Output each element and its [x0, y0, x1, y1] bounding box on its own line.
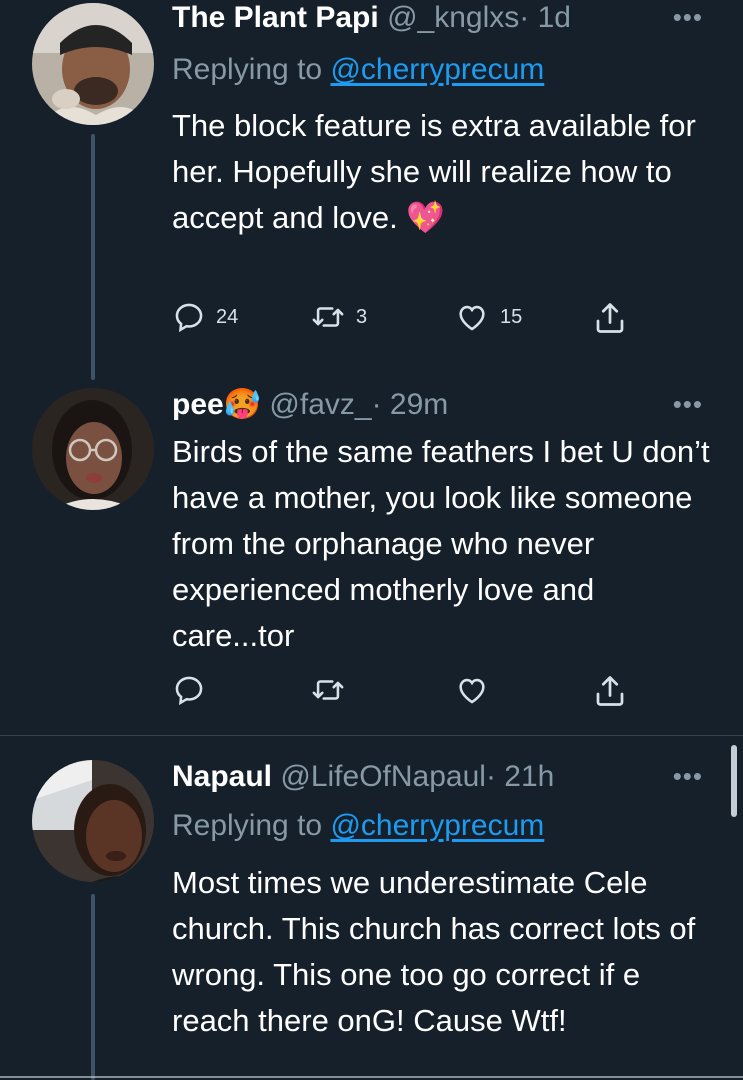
tweet-header: The Plant Papi @_knglxs· 1d [172, 0, 571, 36]
display-name[interactable]: The Plant Papi [172, 1, 379, 34]
more-options-icon[interactable]: ••• [673, 2, 703, 33]
reply-icon [175, 303, 203, 333]
action-bar [172, 673, 642, 713]
thread-line [91, 134, 95, 380]
retweet-button[interactable]: 3 [310, 300, 367, 334]
avatar[interactable] [32, 3, 154, 125]
username[interactable]: @LifeOfNapaul [280, 760, 486, 793]
replying-to: Replying to @cherryprecum [172, 52, 544, 88]
tweet-3[interactable]: Napaul @LifeOfNapaul· 21h ••• Replying t… [0, 736, 743, 1080]
retweet-count: 3 [356, 305, 368, 328]
like-icon [459, 305, 485, 331]
timestamp[interactable]: · 1d [519, 1, 571, 34]
more-options-icon[interactable]: ••• [673, 761, 703, 792]
tweet-2[interactable]: pee🥵 @favz_· 29m ••• Birds of the same f… [0, 380, 743, 735]
share-button[interactable] [592, 673, 628, 709]
reply-button[interactable]: 24 [172, 300, 238, 334]
username[interactable]: @_knglxs [387, 1, 519, 34]
display-name[interactable]: pee🥵 [172, 388, 261, 421]
like-count: 15 [500, 305, 523, 328]
timestamp[interactable]: · 29m [372, 388, 449, 421]
reply-count: 24 [216, 305, 239, 328]
bottom-edge [0, 1076, 743, 1078]
like-icon [459, 678, 485, 704]
avatar[interactable] [32, 388, 154, 510]
action-bar: 24 3 15 [172, 300, 642, 340]
scrollbar[interactable] [731, 745, 737, 817]
mention-link[interactable]: @cherryprecum [330, 809, 544, 842]
share-icon [596, 303, 624, 333]
replying-prefix: Replying to [172, 53, 331, 86]
tweet-text: Most times we underestimate Cele church.… [172, 865, 696, 1038]
tweet-1[interactable]: The Plant Papi @_knglxs· 1d ••• Replying… [0, 0, 743, 380]
retweet-icon [312, 307, 344, 327]
avatar[interactable] [32, 760, 154, 882]
thread-line [91, 894, 95, 1080]
retweet-button[interactable] [310, 673, 346, 707]
mention-link[interactable]: @cherryprecum [330, 53, 544, 86]
tweet-header: Napaul @LifeOfNapaul· 21h [172, 759, 554, 795]
username[interactable]: @favz_ [269, 388, 371, 421]
retweet-icon [312, 680, 344, 700]
reply-button[interactable] [172, 673, 206, 707]
share-icon [596, 676, 624, 706]
tweet-text: Birds of the same feathers I bet U don’t… [172, 434, 710, 653]
timestamp[interactable]: · 21h [486, 760, 554, 793]
replying-prefix: Replying to [172, 809, 331, 842]
replying-to: Replying to @cherryprecum [172, 808, 544, 844]
share-button[interactable] [592, 300, 628, 336]
display-name[interactable]: Napaul [172, 760, 272, 793]
reply-icon [175, 676, 203, 706]
tweet-header: pee🥵 @favz_· 29m [172, 387, 448, 423]
like-button[interactable]: 15 [454, 300, 522, 334]
like-button[interactable] [454, 673, 490, 707]
tweet-text: The block feature is extra available for… [172, 108, 696, 235]
more-options-icon[interactable]: ••• [673, 389, 703, 420]
